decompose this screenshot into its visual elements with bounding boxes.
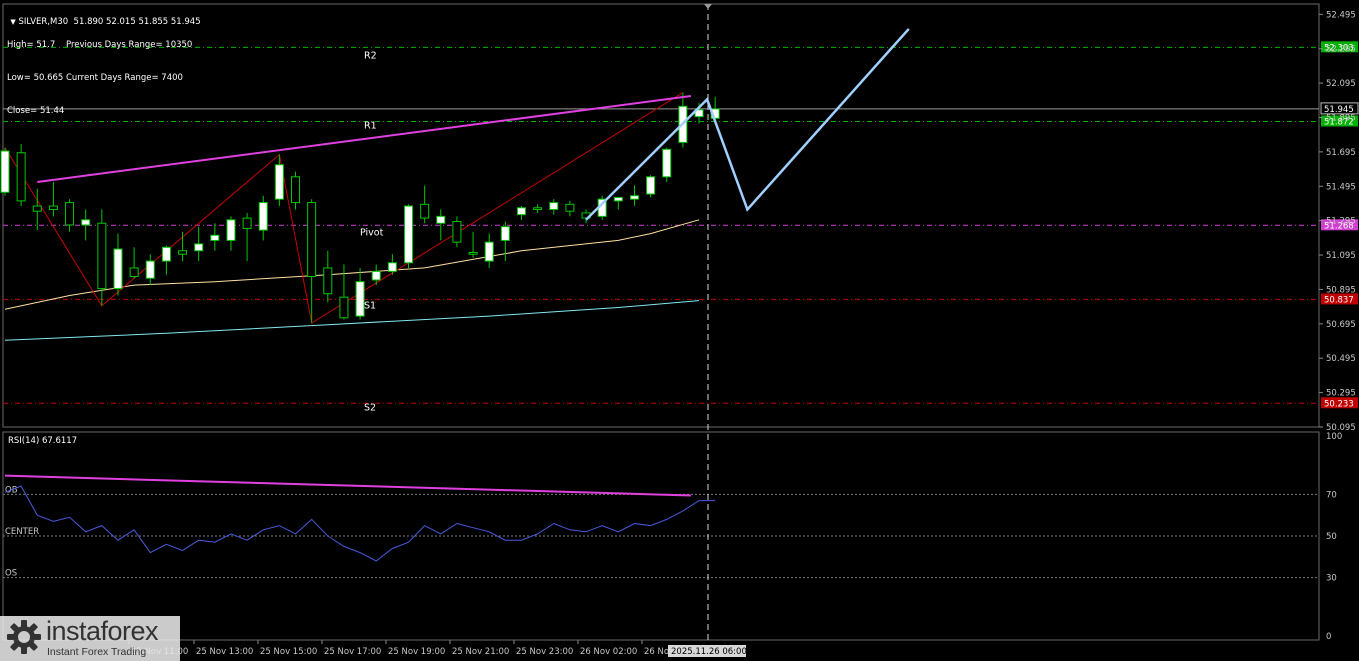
level-name-s2: S2 xyxy=(364,402,376,413)
candle-body xyxy=(436,215,446,224)
rsi-zone-label-center: CENTER xyxy=(5,527,39,537)
candle-body xyxy=(258,202,268,231)
candle-body xyxy=(274,164,284,200)
price-tick-label: 52.295 xyxy=(1326,45,1356,55)
gear-icon xyxy=(7,620,41,654)
candle-body xyxy=(323,267,333,295)
price-chart[interactable]: 52.303R251.872R151.268Pivot50.837S150.23… xyxy=(0,0,1359,661)
level-tag-text: 50.233 xyxy=(1324,399,1354,409)
candle-body xyxy=(97,222,107,290)
price-tick-label: 51.495 xyxy=(1326,182,1356,192)
candle-body xyxy=(629,195,639,200)
candle xyxy=(646,175,656,198)
price-tick-label: 52.095 xyxy=(1326,79,1356,89)
level-name-r2: R2 xyxy=(364,50,377,61)
candle-body xyxy=(468,251,478,255)
stat-high: High= 51.7 xyxy=(7,40,56,50)
candle-body xyxy=(291,176,301,204)
logo-name: instaforex xyxy=(46,616,159,646)
time-tick-label: 25 Nov 21:00 xyxy=(452,647,509,657)
candle-body xyxy=(452,221,462,243)
logo-tagline: Instant Forex Trading xyxy=(47,646,147,658)
candle-body xyxy=(371,270,381,281)
price-tick-label: 51.895 xyxy=(1326,113,1356,123)
stats-block: High= 51.7 Previous Days Range= 10350 Low… xyxy=(7,18,192,128)
price-tick-label: 51.695 xyxy=(1326,148,1356,158)
candle-body xyxy=(565,203,575,212)
candle-body xyxy=(32,205,42,212)
rsi-tick-label: 30 xyxy=(1326,574,1337,584)
price-tick-label: 50.295 xyxy=(1326,389,1356,399)
level-name-r1: R1 xyxy=(364,120,377,131)
stat-close: Close= 51.44 xyxy=(7,106,65,116)
candle-body xyxy=(484,241,494,262)
rsi-tick-label: 100 xyxy=(1326,432,1342,442)
stat-curr-range: Current Days Range= 7400 xyxy=(66,73,183,83)
candle xyxy=(16,144,26,207)
candle xyxy=(0,147,10,196)
candle xyxy=(404,204,413,268)
candle-body xyxy=(129,267,139,278)
main-pane-frame xyxy=(2,3,1320,428)
candle-body xyxy=(420,203,430,219)
rsi-zone-label-os: OS xyxy=(5,569,17,579)
price-tick-label: 51.095 xyxy=(1326,251,1356,261)
candle-body xyxy=(242,217,252,229)
candle-body xyxy=(516,207,526,216)
candle-body xyxy=(226,219,236,241)
level-tag-text: 50.837 xyxy=(1324,295,1354,305)
candle-body xyxy=(387,262,397,272)
stat-low: Low= 50.665 xyxy=(7,73,64,83)
stat-prev-range: Previous Days Range= 10350 xyxy=(66,40,193,50)
candle-body xyxy=(500,226,510,241)
candle-body xyxy=(178,250,188,255)
price-tick-label: 52.495 xyxy=(1326,10,1356,20)
candle-body xyxy=(194,243,204,252)
price-tick-label: 50.495 xyxy=(1326,354,1356,364)
rsi-tick-label: 50 xyxy=(1326,532,1337,542)
time-tick-label: 25 Nov 13:00 xyxy=(196,647,253,657)
rsi-zone-label-ob: OB xyxy=(5,485,18,495)
rsi-title: RSI(14) 67.6117 xyxy=(8,436,77,446)
candle-body xyxy=(662,148,672,178)
candle-body xyxy=(404,205,413,264)
price-tick-label: 50.895 xyxy=(1326,285,1356,295)
price-tick-label: 51.295 xyxy=(1326,217,1356,227)
time-tick-label: 25 Nov 19:00 xyxy=(388,647,445,657)
level-name-s1: S1 xyxy=(364,300,376,311)
candle-body xyxy=(161,246,171,262)
candle-body xyxy=(48,205,58,210)
instaforex-logo: instaforex Instant Forex Trading xyxy=(0,616,180,661)
candle-body xyxy=(113,248,123,290)
time-axis: 25 Nov 11:0025 Nov 13:0025 Nov 15:0025 N… xyxy=(128,640,669,657)
candle-body xyxy=(81,219,91,226)
price-tick-label: 50.695 xyxy=(1326,320,1356,330)
time-tick-label: 26 Nov 02:00 xyxy=(580,647,637,657)
level-name-pivot: Pivot xyxy=(360,227,384,238)
candle-body xyxy=(307,202,317,278)
time-tick-label: 25 Nov 15:00 xyxy=(260,647,317,657)
candle xyxy=(662,147,672,182)
candle-body xyxy=(145,260,155,279)
rsi-tick-label: 0 xyxy=(1326,632,1331,642)
time-tick-label: 25 Nov 17:00 xyxy=(324,647,381,657)
time-tick-label: 25 Nov 23:00 xyxy=(516,647,573,657)
candle-body xyxy=(65,202,75,226)
crosshair-time-text: 2025.11.26 06:00 xyxy=(671,647,747,657)
candle-body xyxy=(533,207,543,210)
price-tick-label: 50.095 xyxy=(1326,423,1356,433)
candle-body xyxy=(339,296,349,319)
candle-body xyxy=(16,152,26,202)
candle-body xyxy=(355,281,365,317)
candle-body xyxy=(210,234,220,241)
candle-body xyxy=(613,196,623,202)
main-pane xyxy=(2,3,1320,428)
time-tick-label: 26 No xyxy=(644,647,669,657)
candle-body xyxy=(646,176,656,195)
rsi-tick-label: 70 xyxy=(1326,490,1337,500)
candle-body xyxy=(549,202,559,210)
candle-body xyxy=(0,150,10,193)
